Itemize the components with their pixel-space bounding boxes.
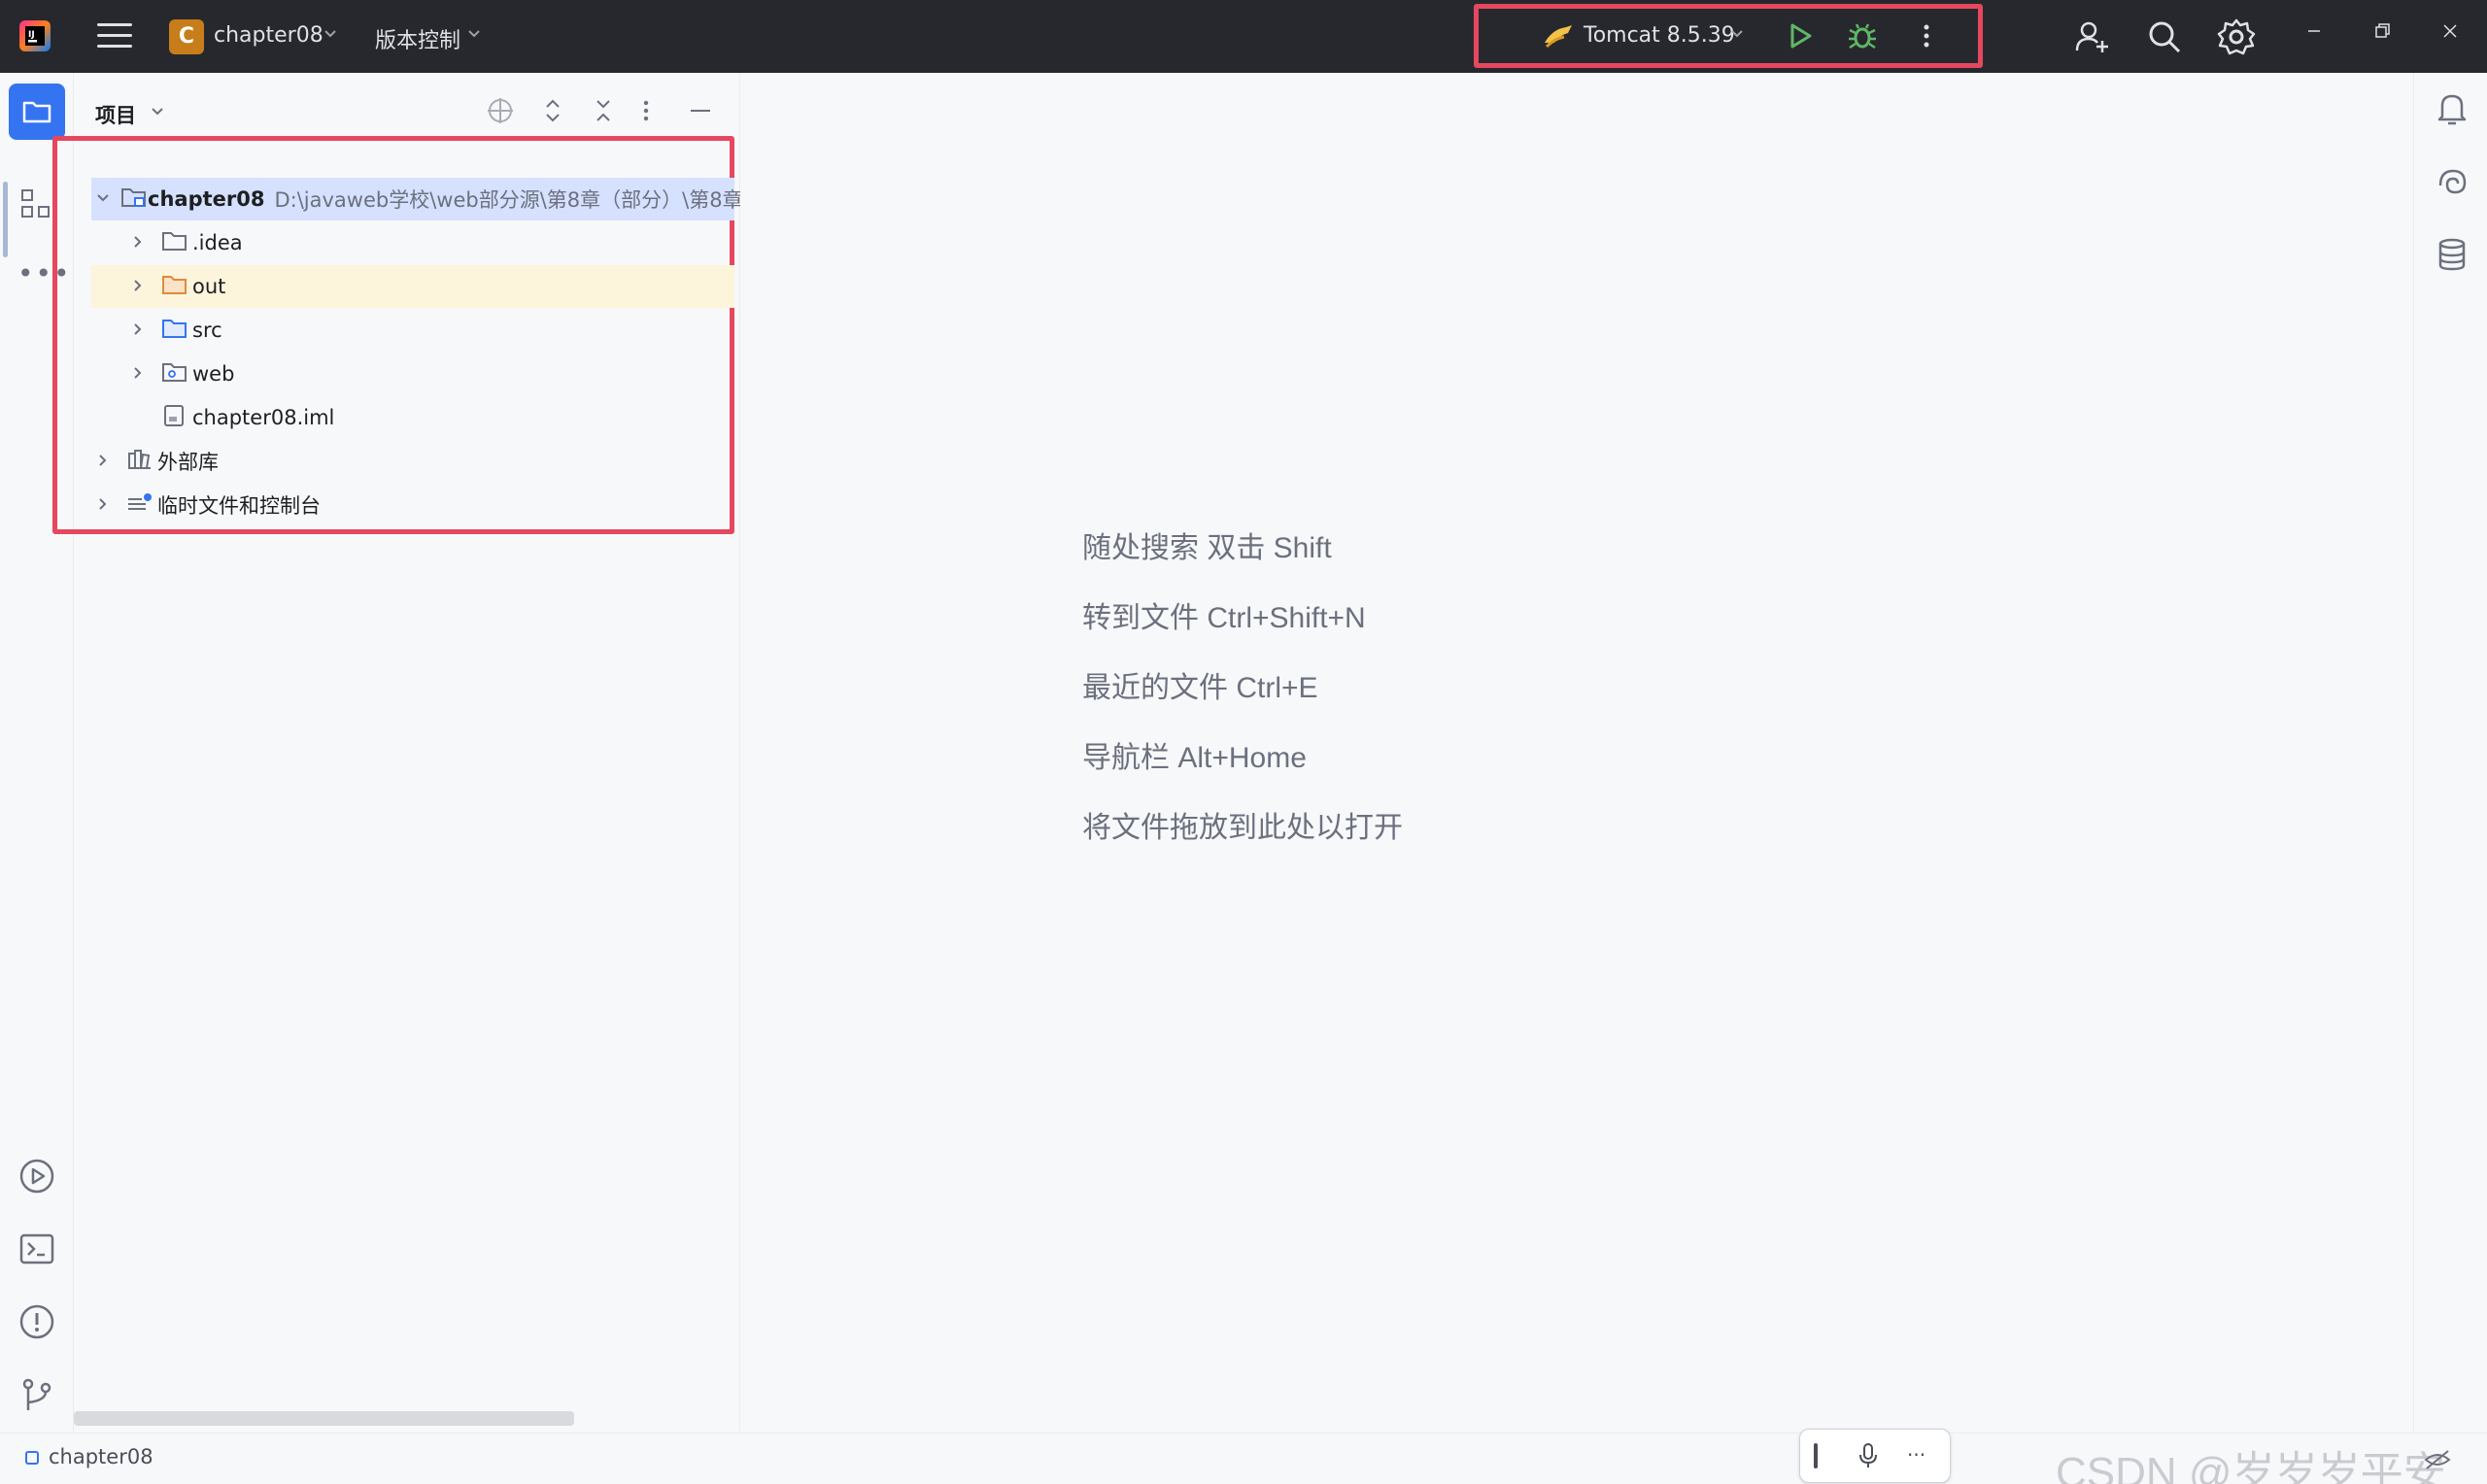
debug-icon[interactable] [1846,19,1879,56]
microphone-icon[interactable] [1857,1441,1880,1474]
chevron-right-icon[interactable] [95,493,117,517]
run-icon[interactable] [1784,19,1817,56]
scroll-indicator [3,182,8,257]
project-panel: 项目 chapter08 D:\javaweb学校\web部分源\第8章（部分）… [52,73,743,1433]
tree-row-src[interactable]: src [91,309,734,352]
tree-label: 外部库 [157,451,219,474]
project-badge[interactable]: C [169,19,204,54]
minimize-icon[interactable] [2304,21,2324,45]
watermark: CSDN @岁岁岁平安 [2056,1449,2446,1484]
options-icon[interactable] [639,96,653,129]
ai-assistant-icon[interactable] [2436,166,2469,203]
services-icon[interactable] [17,1157,56,1199]
tree-row-web[interactable]: web [91,353,734,395]
tomcat-icon [1543,23,1574,54]
library-icon [126,448,157,476]
voice-input-widget: ··· [1799,1429,1951,1483]
web-folder-icon [161,360,192,388]
more-actions-icon[interactable] [1920,19,1933,56]
chevron-right-icon[interactable] [130,319,152,342]
folder-icon [161,229,192,257]
gear-icon[interactable] [2217,17,2256,60]
close-icon[interactable] [2440,21,2460,45]
hint-drop-files: 将文件拖放到此处以打开 [1082,812,1403,844]
tree-label: out [192,275,226,298]
tree-row-external-libs[interactable]: 外部库 [91,440,734,483]
problems-icon[interactable] [17,1302,56,1345]
svg-text:IJ: IJ [28,30,35,40]
tree-row-out[interactable]: out [91,265,734,308]
hide-panel-icon[interactable] [686,96,715,129]
collapse-all-icon[interactable] [589,96,618,129]
tree-label: src [192,319,222,342]
main-menu-icon[interactable] [97,23,132,51]
module-file-icon [161,404,192,432]
project-name-dropdown[interactable]: chapter08 [214,23,324,48]
chevron-down-icon[interactable] [1729,26,1745,46]
project-path: D:\javaweb学校\web部分源\第8章（部分）\第8章 [274,188,743,212]
expand-all-icon[interactable] [538,96,567,129]
database-icon[interactable] [2436,236,2469,277]
tree-row-idea[interactable]: .idea [91,221,734,264]
horizontal-scrollbar[interactable] [74,1411,574,1426]
terminal-icon[interactable] [17,1230,56,1272]
intellij-logo-icon[interactable]: IJ [17,18,52,53]
hint-navigation-bar: 导航栏 Alt+Home [1082,742,1307,774]
editor-empty-state: 随处搜索 双击 Shift 转到文件 Ctrl+Shift+N 最近的文件 Ct… [740,73,2413,1433]
chevron-right-icon[interactable] [95,450,117,473]
run-configuration-selector[interactable]: Tomcat 8.5.39 [1584,23,1735,48]
git-branch-icon[interactable] [17,1375,56,1418]
chevron-right-icon[interactable] [130,231,152,254]
tree-row-scratches[interactable]: 临时文件和控制台 [91,484,734,526]
notifications-icon[interactable] [2436,90,2469,131]
breadcrumb-project[interactable]: chapter08 [49,1445,153,1468]
tree-label: 临时文件和控制台 [157,494,321,518]
excluded-folder-icon [161,273,192,301]
hint-search-everywhere: 随处搜索 双击 Shift [1082,532,1332,564]
tree-label: web [192,362,235,386]
tree-row-chapter08[interactable]: chapter08 D:\javaweb学校\web部分源\第8章（部分）\第8… [91,178,743,220]
module-icon [25,1451,39,1465]
restore-icon[interactable] [2372,21,2392,45]
source-folder-icon [161,317,192,345]
module-folder-icon [120,186,148,214]
folder-icon [22,101,51,123]
hint-goto-file: 转到文件 Ctrl+Shift+N [1082,602,1366,634]
add-user-icon[interactable] [2073,17,2112,60]
title-bar: IJ C chapter08 版本控制 Tomcat 8.5.39 [0,0,2487,73]
structure-icon[interactable] [19,187,52,224]
hint-recent-files: 最近的文件 Ctrl+E [1082,672,1318,704]
chevron-down-icon[interactable] [95,187,111,211]
more-icon[interactable]: ··· [1907,1443,1925,1467]
drag-handle[interactable] [1814,1443,1818,1468]
vcs-dropdown[interactable]: 版本控制 [375,23,460,54]
panel-title[interactable]: 项目 [95,100,136,129]
right-tool-strip [2413,73,2487,1433]
chevron-down-icon[interactable] [323,26,338,46]
project-tool-button[interactable] [9,84,65,140]
tree-label: chapter08 [148,187,265,211]
hidden-eye-icon[interactable] [2423,1447,2452,1476]
locate-icon[interactable] [486,96,515,129]
chevron-down-icon[interactable] [150,104,165,123]
tree-label: chapter08.iml [192,406,335,429]
chevron-right-icon[interactable] [130,275,152,298]
scratches-icon [126,491,157,520]
chevron-down-icon[interactable] [466,26,482,46]
chevron-right-icon[interactable] [130,362,152,386]
tree-row-iml[interactable]: chapter08.iml [91,396,734,439]
status-bar: chapter08 ··· CSDN @岁岁岁平安 [0,1429,2487,1484]
search-icon[interactable] [2145,17,2184,60]
tree-label: .idea [192,231,243,254]
